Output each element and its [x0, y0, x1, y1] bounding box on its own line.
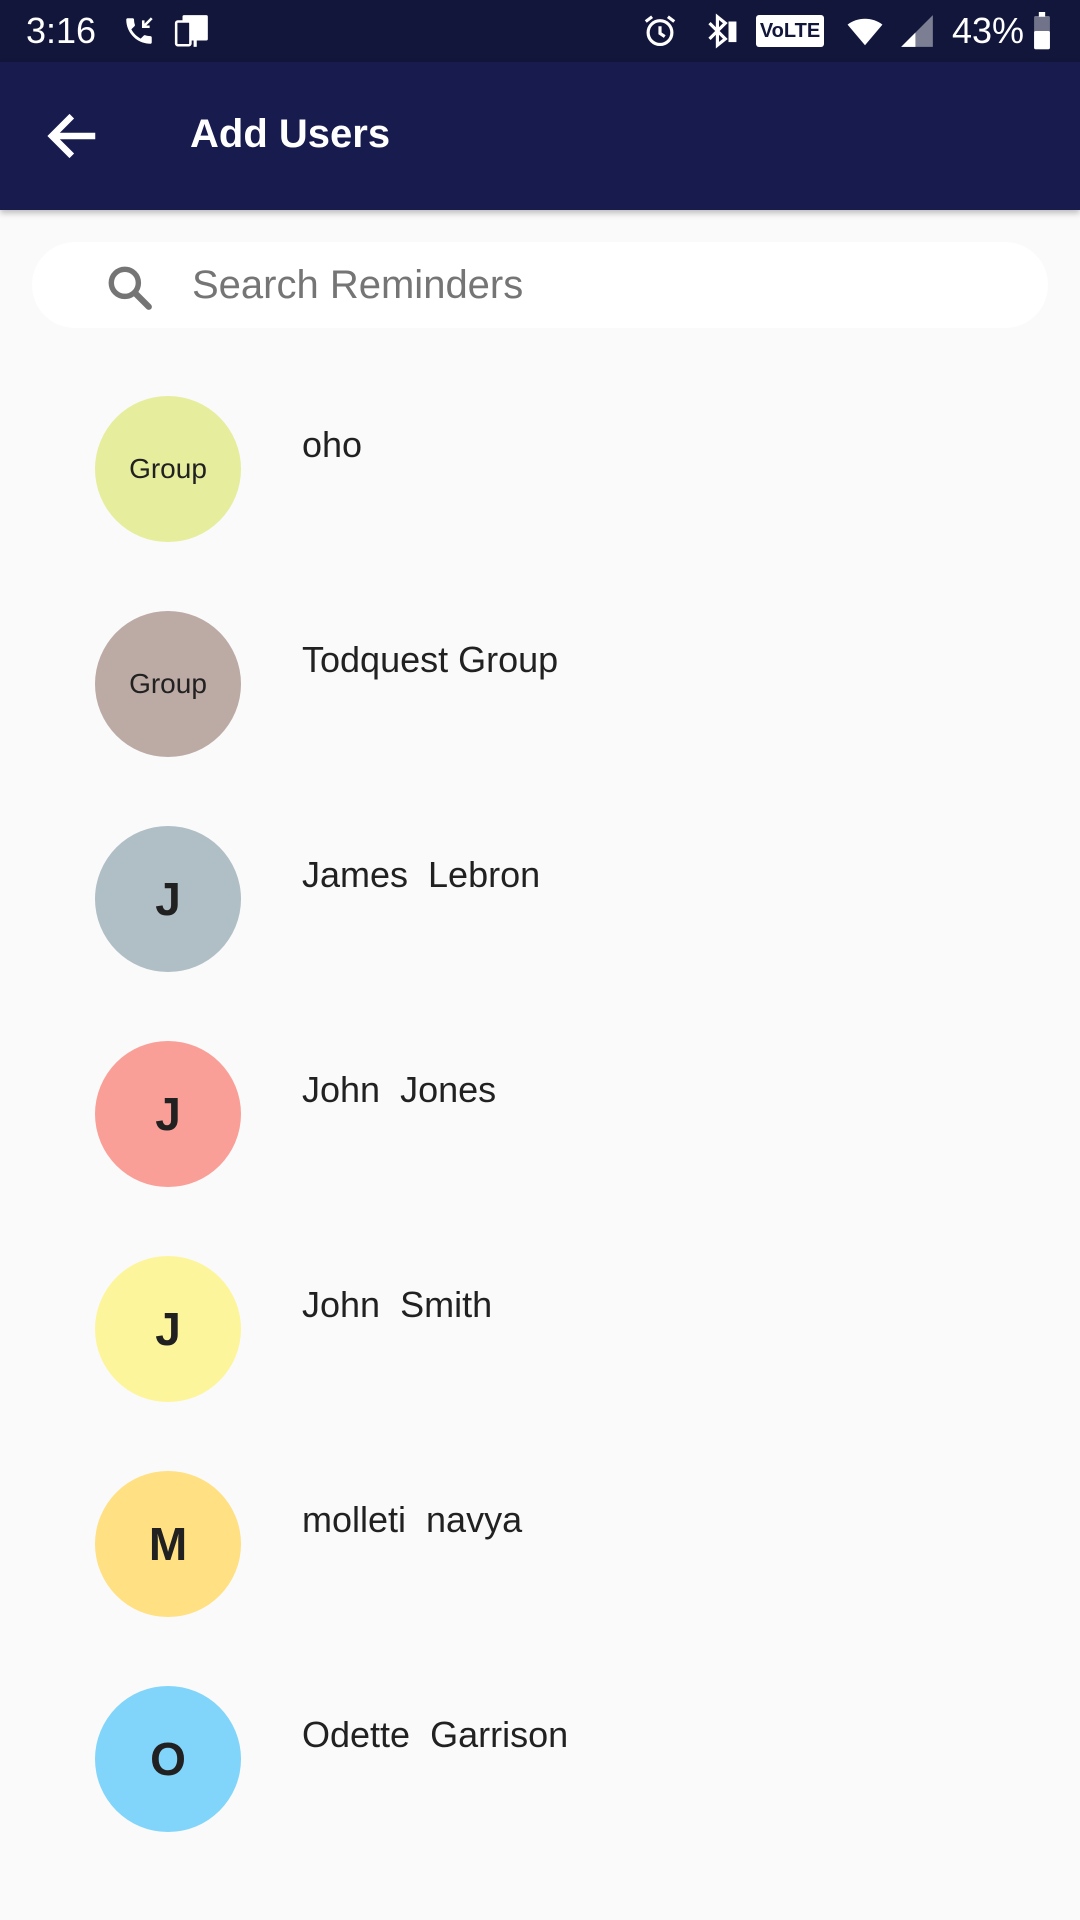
- list-item[interactable]: Group Todquest Group: [0, 595, 1080, 810]
- device-icon: [174, 15, 208, 47]
- list-item-name: molleti navya: [302, 1499, 523, 1540]
- alarm-icon: [644, 15, 676, 47]
- list-item[interactable]: J John Smith: [0, 1240, 1080, 1455]
- wifi-icon: [847, 18, 883, 46]
- list-item[interactable]: Group oho: [0, 380, 1080, 595]
- avatar: Group: [95, 396, 241, 542]
- list-item-name: John Smith: [302, 1284, 493, 1325]
- search-input[interactable]: [192, 242, 1012, 328]
- battery-percentage: 43%: [952, 10, 1025, 51]
- user-list: Group oho Group Todquest Group J James L…: [0, 380, 1080, 1885]
- status-bar: 3:16 VoLTE 43%: [0, 0, 1080, 62]
- battery-icon: [1034, 12, 1050, 50]
- avatar: J: [95, 1256, 241, 1402]
- arrow-back-icon: [47, 113, 96, 159]
- list-item[interactable]: O Odette Garrison: [0, 1670, 1080, 1885]
- search-icon: [108, 266, 152, 310]
- bluetooth-icon: [708, 13, 737, 49]
- search-bar[interactable]: [32, 242, 1048, 328]
- avatar: O: [95, 1686, 241, 1832]
- volte-label: VoLTE: [759, 19, 821, 42]
- list-item[interactable]: J James Lebron: [0, 810, 1080, 1025]
- list-item[interactable]: J John Jones: [0, 1025, 1080, 1240]
- volte-icon: VoLTE: [756, 15, 824, 47]
- back-button[interactable]: [40, 106, 104, 166]
- avatar: Group: [95, 611, 241, 757]
- app-bar: Add Users: [0, 62, 1080, 210]
- page-title: Add Users: [190, 112, 391, 156]
- signal-icon: [901, 15, 933, 47]
- list-item-name: John Jones: [302, 1069, 497, 1110]
- avatar: J: [95, 826, 241, 972]
- status-time: 3:16: [26, 10, 97, 51]
- list-item-name: James Lebron: [302, 854, 541, 895]
- list-item-name: oho: [302, 424, 363, 465]
- avatar: M: [95, 1471, 241, 1617]
- list-item-name: Todquest Group: [302, 639, 559, 680]
- list-item-name: Odette Garrison: [302, 1714, 569, 1755]
- avatar: J: [95, 1041, 241, 1187]
- missed-call-icon: [126, 17, 153, 44]
- list-item[interactable]: M molleti navya: [0, 1455, 1080, 1670]
